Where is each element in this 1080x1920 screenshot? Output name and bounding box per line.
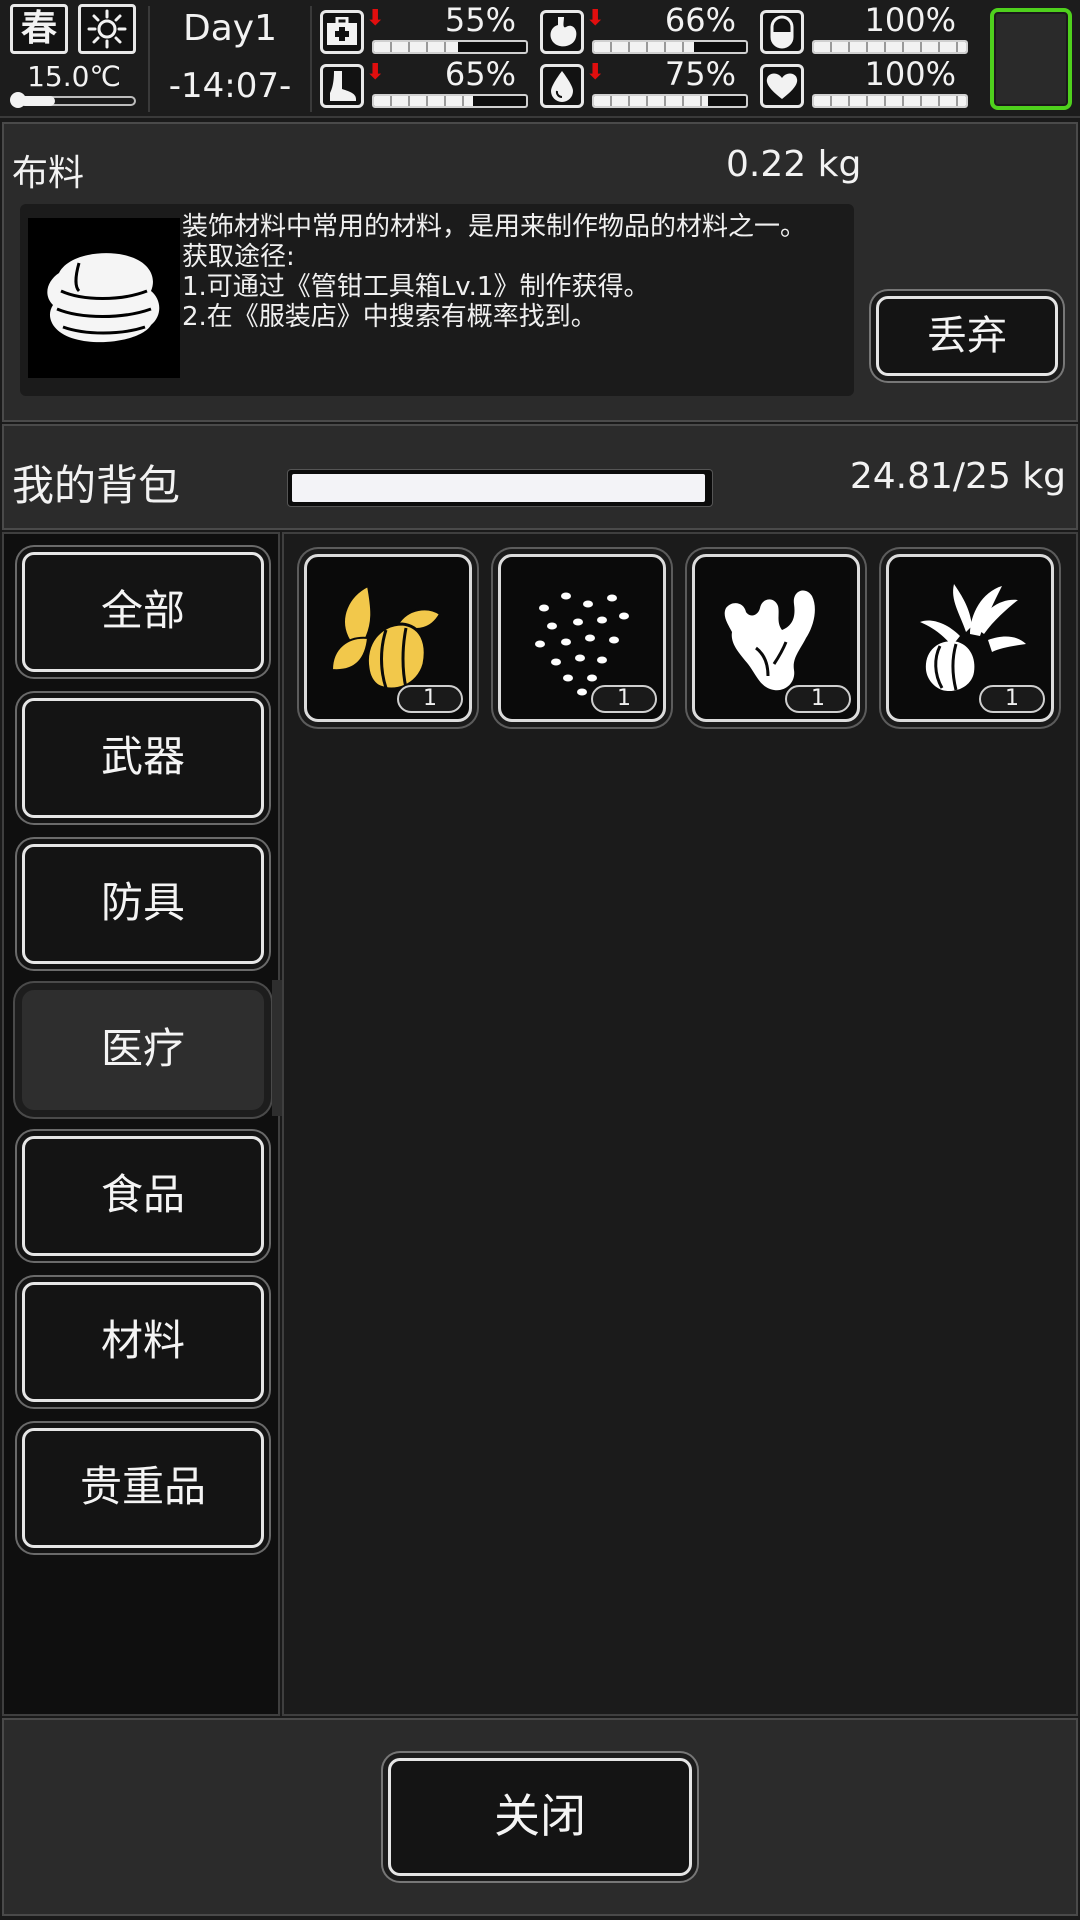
item-count: 1 — [397, 685, 463, 713]
garlic-bulb-icon — [920, 584, 1026, 692]
item-count: 1 — [979, 685, 1045, 713]
stat-hunger-bar — [592, 40, 748, 54]
stat-thirst-value: 75% — [664, 55, 736, 93]
stat-health-value: 55% — [444, 1, 516, 39]
close-button[interactable]: 关闭 — [388, 1758, 692, 1876]
inventory-slot[interactable]: 1 — [304, 554, 472, 722]
inventory-slot[interactable]: 1 — [692, 554, 860, 722]
inventory-slot[interactable]: 1 — [886, 554, 1054, 722]
category-armor[interactable]: 防具 — [22, 844, 264, 964]
stat-health-bar — [372, 40, 528, 54]
stat-mood-value: 100% — [864, 55, 956, 93]
seeds-icon — [535, 592, 629, 696]
equipped-slot[interactable] — [990, 8, 1072, 110]
backpack-weight: 24.81/25 kg — [849, 456, 1066, 497]
season-badge: 春 — [10, 4, 68, 54]
stat-sanity: 100% — [760, 2, 970, 56]
item-count: 1 — [591, 685, 657, 713]
stat-health: ⬇ 55% — [320, 2, 530, 56]
stat-mood: 100% — [760, 56, 970, 110]
category-all[interactable]: 全部 — [22, 552, 264, 672]
inventory-slot[interactable]: 1 — [498, 554, 666, 722]
sun-icon — [78, 4, 136, 54]
item-count: 1 — [785, 685, 851, 713]
stat-stamina: ⬇ 65% — [320, 56, 530, 110]
stat-sanity-bar — [812, 40, 968, 54]
item-weight: 0.22 kg — [726, 144, 862, 185]
category-medical[interactable]: 医疗 — [22, 990, 264, 1110]
stat-thirst-bar — [592, 94, 748, 108]
foot-icon — [320, 64, 364, 108]
decrease-arrow-icon: ⬇ — [366, 6, 385, 31]
decrease-arrow-icon: ⬇ — [586, 60, 605, 85]
capsule-icon — [760, 10, 804, 54]
stat-sanity-value: 100% — [864, 1, 956, 39]
stat-hunger-value: 66% — [664, 1, 736, 39]
decrease-arrow-icon: ⬇ — [586, 6, 605, 31]
herb-leaves-icon — [330, 584, 442, 691]
category-food[interactable]: 食品 — [22, 1136, 264, 1256]
stomach-icon — [540, 10, 584, 54]
water-drop-icon — [540, 64, 584, 108]
heart-icon — [760, 64, 804, 108]
discard-button[interactable]: 丢弃 — [876, 296, 1058, 376]
backpack-title: 我的背包 — [12, 461, 181, 510]
stat-thirst: ⬇ 75% — [540, 56, 750, 110]
category-weapons[interactable]: 武器 — [22, 698, 264, 818]
day-counter: Day1 — [183, 8, 277, 49]
stat-hunger: ⬇ 66% — [540, 2, 750, 56]
first-aid-kit-icon — [320, 10, 364, 54]
ginger-root-icon — [724, 590, 815, 691]
stat-stamina-value: 65% — [444, 55, 516, 93]
backpack-weight-bar — [288, 470, 712, 506]
thermometer-icon — [10, 92, 138, 108]
inventory-grid: 1 1 1 1 — [282, 532, 1078, 1716]
game-clock: -14:07- — [168, 66, 292, 106]
backpack-header: 我的背包 24.81/25 kg — [2, 424, 1078, 530]
item-name: 布料 — [12, 153, 85, 194]
decrease-arrow-icon: ⬇ — [366, 60, 385, 85]
temperature-label: 15.0℃ — [27, 60, 121, 93]
category-valuables[interactable]: 贵重品 — [22, 1428, 264, 1548]
item-detail-panel: 布料 0.22 kg 装饰材料中常用的材料，是用来制作物品的材料之一。 获取途径… — [2, 122, 1078, 422]
category-materials[interactable]: 材料 — [22, 1282, 264, 1402]
stat-mood-bar — [812, 94, 968, 108]
category-sidebar: 全部 武器 防具 医疗 食品 材料 贵重品 — [2, 532, 286, 1716]
stat-stamina-bar — [372, 94, 528, 108]
item-description-box: 装饰材料中常用的材料，是用来制作物品的材料之一。 获取途径: 1.可通过《管钳工… — [20, 204, 854, 396]
item-description: 装饰材料中常用的材料，是用来制作物品的材料之一。 获取途径: 1.可通过《管钳工… — [182, 212, 807, 332]
status-bar: 春 15.0℃ Day1 -14:07- ⬇ 55% ⬇ 66% 100% ⬇ … — [0, 0, 1080, 118]
cloth-icon — [28, 218, 180, 378]
